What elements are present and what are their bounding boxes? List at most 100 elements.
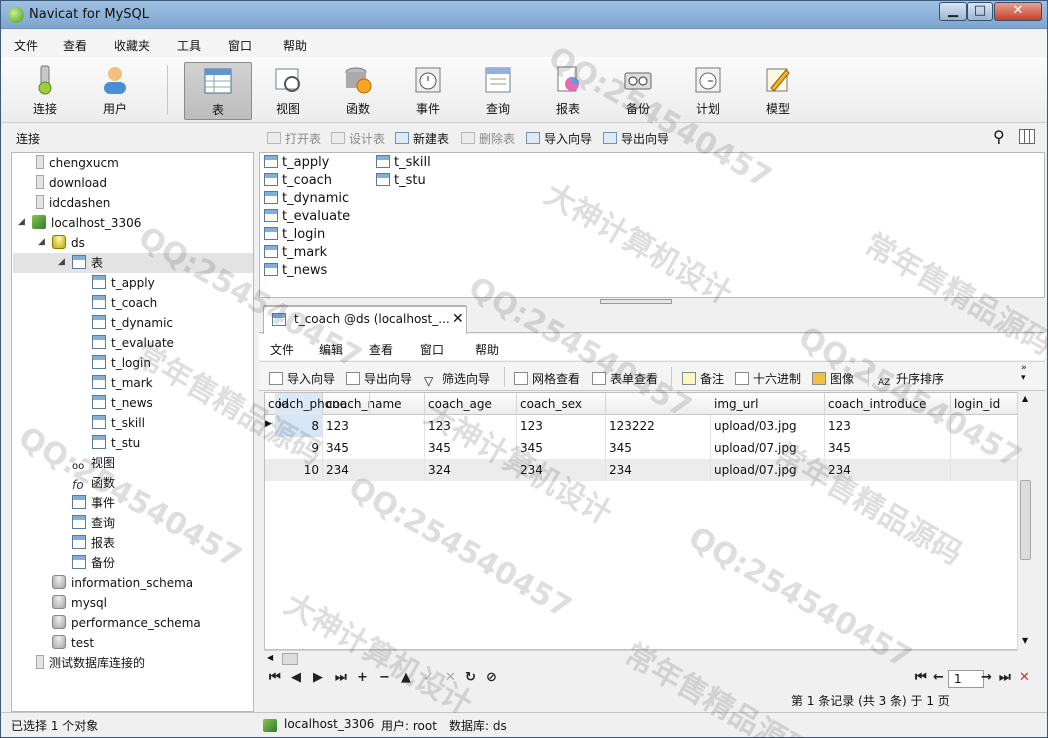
tree-database-item[interactable]: test: [52, 633, 94, 653]
grid-vertical-scrollbar[interactable]: ▲ ▼: [1017, 392, 1033, 650]
tree-connection-chengxucm[interactable]: chengxucm: [36, 153, 119, 173]
grid-horizontal-scrollbar[interactable]: ◀: [264, 650, 1017, 666]
tree-connection-idcdashen[interactable]: idcdashen: [36, 193, 110, 213]
import-wizard-button[interactable]: 导入向导: [526, 130, 592, 147]
cell-id[interactable]: 9: [275, 437, 323, 459]
cell-coach-introduce[interactable]: 234: [825, 459, 951, 481]
maximize-button[interactable]: □: [967, 2, 993, 21]
tree-table-item[interactable]: t_evaluate: [92, 333, 174, 353]
object-list-table[interactable]: t_login: [264, 226, 325, 244]
cell-coach-sex[interactable]: 345: [517, 437, 606, 459]
object-list-table[interactable]: t_evaluate: [264, 208, 350, 226]
toolbar-report-button[interactable]: 报表: [534, 62, 602, 120]
tree-database-ds[interactable]: ds: [52, 233, 85, 253]
prev-record-button[interactable]: ◀: [291, 670, 301, 685]
doc-menu-edit[interactable]: 编辑: [319, 341, 343, 358]
tree-database-item[interactable]: mysql: [52, 593, 107, 613]
list-view-icon[interactable]: [1019, 129, 1035, 144]
menu-tools[interactable]: 工具: [177, 37, 201, 54]
tree-tables-node[interactable]: 表: [72, 253, 103, 273]
new-table-button[interactable]: 新建表: [395, 130, 449, 147]
column-header-coach-sex[interactable]: coach_sex: [517, 393, 606, 415]
object-list-table[interactable]: t_apply: [264, 154, 329, 172]
toolbar-overflow-chevron-icon[interactable]: » ▾: [1021, 363, 1027, 383]
open-table-button[interactable]: 打开表: [267, 130, 321, 147]
stop-button[interactable]: ⊘: [486, 670, 497, 685]
table-row[interactable]: 8 123 123 123 123222 upload/03.jpg 123 2: [265, 415, 1032, 437]
scroll-up-icon[interactable]: ▲: [1022, 394, 1028, 403]
tree-table-item[interactable]: t_stu: [92, 433, 140, 453]
menu-favorites[interactable]: 收藏夹: [114, 37, 150, 54]
tree-views-node[interactable]: oo 视图: [72, 453, 115, 473]
tree-table-item[interactable]: t_mark: [92, 373, 153, 393]
menu-help[interactable]: 帮助: [283, 37, 307, 54]
toolbar-schedule-button[interactable]: 计划: [674, 62, 742, 120]
page-settings-icon[interactable]: ✕: [1019, 670, 1030, 685]
cancel-changes-button[interactable]: ✕: [445, 670, 456, 685]
delete-record-button[interactable]: −: [379, 670, 390, 685]
page-number-input[interactable]: 1: [948, 670, 984, 688]
doc-menu-window[interactable]: 窗口: [420, 341, 444, 358]
image-button[interactable]: 图像: [812, 370, 854, 387]
column-header-coach-age[interactable]: coach_age: [425, 393, 517, 415]
grid-export-wizard-button[interactable]: 导出向导: [346, 370, 412, 387]
close-button[interactable]: ✕: [994, 2, 1042, 21]
scroll-thumb[interactable]: [1020, 480, 1031, 560]
add-record-button[interactable]: +: [357, 670, 368, 685]
cell-coach-introduce[interactable]: 123: [825, 415, 951, 437]
apply-changes-button[interactable]: ✓: [423, 670, 434, 685]
cell-img-url[interactable]: upload/03.jpg: [711, 415, 825, 437]
cell-coach-age[interactable]: 324: [425, 459, 517, 481]
toolbar-model-button[interactable]: 模型: [744, 62, 812, 120]
cell-img-url[interactable]: upload/07.jpg: [711, 459, 825, 481]
cell-coach-name[interactable]: 345: [323, 437, 425, 459]
tree-backups-node[interactable]: 备份: [72, 553, 115, 573]
column-header-coach-phone[interactable]: coach_phone: [265, 393, 370, 415]
doc-menu-file[interactable]: 文件: [270, 341, 294, 358]
first-page-icon[interactable]: ⏮: [915, 670, 927, 685]
form-view-button[interactable]: 表单查看: [592, 370, 658, 387]
grid-import-wizard-button[interactable]: 导入向导: [269, 370, 335, 387]
tree-table-item[interactable]: t_login: [92, 353, 151, 373]
object-list-table[interactable]: t_skill: [376, 154, 431, 172]
toolbar-backup-button[interactable]: 备份: [604, 62, 672, 120]
tree-connection-download[interactable]: download: [36, 173, 107, 193]
memo-button[interactable]: 备注: [682, 370, 724, 387]
tree-functions-node[interactable]: fo 函数: [72, 473, 115, 493]
toolbar-function-button[interactable]: 函数: [324, 62, 392, 120]
export-wizard-button[interactable]: 导出向导: [603, 130, 669, 147]
last-record-button[interactable]: ⏭: [335, 670, 347, 685]
last-page-icon[interactable]: ⏭: [999, 670, 1011, 685]
toolbar-query-button[interactable]: 查询: [464, 62, 532, 120]
cell-coach-introduce[interactable]: 345: [825, 437, 951, 459]
doc-menu-help[interactable]: 帮助: [475, 341, 499, 358]
object-list-table[interactable]: t_dynamic: [264, 190, 349, 208]
tree-table-item[interactable]: t_apply: [92, 273, 155, 293]
expand-triangle-icon[interactable]: ◢: [38, 237, 48, 247]
object-list-table[interactable]: t_stu: [376, 172, 426, 190]
object-list-table[interactable]: t_news: [264, 262, 327, 280]
cell-coach-phone[interactable]: 345: [606, 437, 711, 459]
scroll-left-icon[interactable]: ◀: [267, 653, 273, 662]
scroll-down-icon[interactable]: ▼: [1022, 636, 1028, 645]
tree-reports-node[interactable]: 报表: [72, 533, 115, 553]
tab-t-coach[interactable]: t_coach @ds (localhost_... ✕: [263, 305, 467, 334]
column-header-img-url[interactable]: img_url: [711, 393, 825, 415]
refresh-button[interactable]: ↻: [465, 670, 476, 685]
tree-table-item[interactable]: t_skill: [92, 413, 145, 433]
minimize-button[interactable]: ▁: [939, 2, 967, 21]
cell-coach-sex[interactable]: 234: [517, 459, 606, 481]
tree-table-item[interactable]: t_dynamic: [92, 313, 173, 333]
menu-file[interactable]: 文件: [14, 37, 38, 54]
cell-id[interactable]: 8: [275, 415, 323, 437]
cell-coach-phone[interactable]: 234: [606, 459, 711, 481]
first-record-button[interactable]: ⏮: [269, 670, 281, 685]
object-list-table[interactable]: t_mark: [264, 244, 327, 262]
splitter-grip[interactable]: [600, 299, 672, 304]
doc-menu-view[interactable]: 查看: [369, 341, 393, 358]
tree-database-item[interactable]: information_schema: [52, 573, 193, 593]
toolbar-event-button[interactable]: 事件: [394, 62, 462, 120]
cell-coach-name[interactable]: 123: [323, 415, 425, 437]
column-header-coach-introduce[interactable]: coach_introduce: [825, 393, 951, 415]
tree-table-item[interactable]: t_news: [92, 393, 153, 413]
